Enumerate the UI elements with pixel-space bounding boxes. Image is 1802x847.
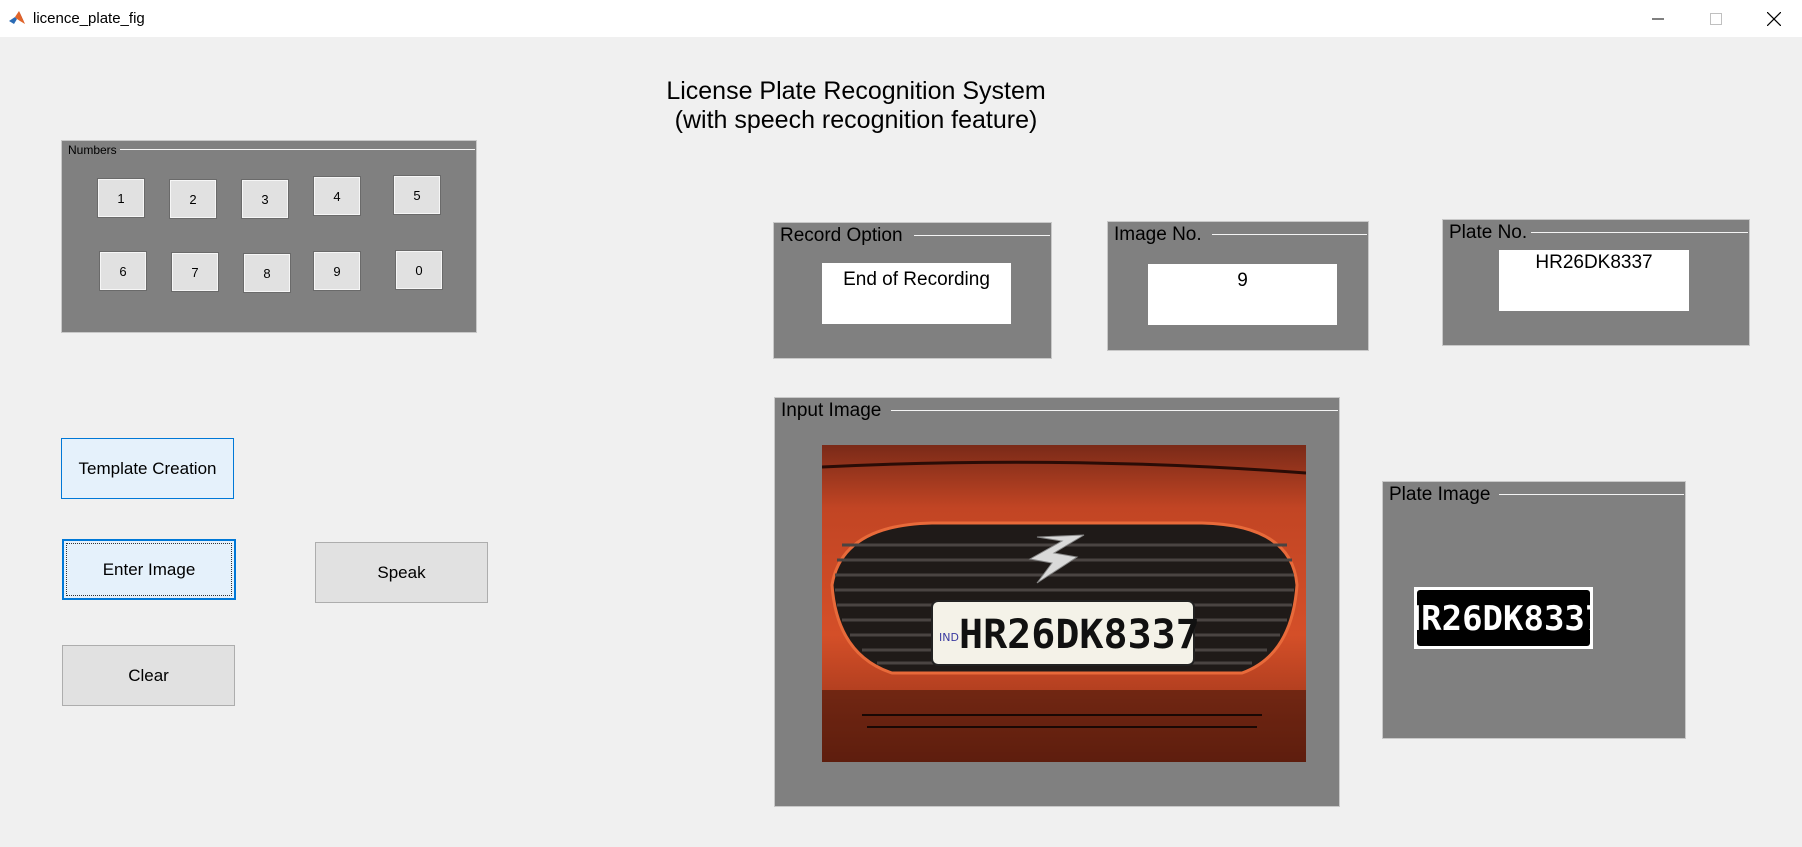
number-button-8[interactable]: 8 — [243, 253, 291, 293]
minimize-button[interactable] — [1630, 0, 1686, 37]
input-image-panel: Input Image IND HR26DK8337 — [774, 397, 1340, 807]
minimize-icon — [1652, 18, 1664, 19]
matlab-logo-icon — [8, 9, 26, 27]
record-option-field: End of Recording — [822, 263, 1011, 324]
clear-button[interactable]: Clear — [62, 645, 235, 706]
page-title: License Plate Recognition System (with s… — [560, 77, 1152, 135]
plate-image: HR26DK8337 — [1414, 587, 1593, 649]
maximize-button[interactable] — [1688, 0, 1744, 37]
maximize-icon — [1710, 12, 1722, 25]
input-image-title: Input Image — [778, 400, 885, 422]
input-plate-text: HR26DK8337 — [959, 612, 1200, 658]
speak-button[interactable]: Speak — [315, 542, 488, 603]
close-icon — [1767, 11, 1781, 26]
number-button-4[interactable]: 4 — [313, 176, 361, 216]
input-image: IND HR26DK8337 — [822, 445, 1306, 762]
title-line-1: License Plate Recognition System — [666, 77, 1046, 105]
number-button-7[interactable]: 7 — [171, 252, 219, 292]
window-title: licence_plate_fig — [33, 10, 145, 27]
numbers-panel-title: Numbers — [65, 143, 120, 157]
plate-no-field: HR26DK8337 — [1499, 250, 1689, 311]
template-creation-button[interactable]: Template Creation — [61, 438, 234, 499]
number-button-0[interactable]: 0 — [395, 250, 443, 290]
car-front-image: IND HR26DK8337 — [822, 445, 1306, 762]
image-no-title: Image No. — [1111, 224, 1205, 246]
plate-no-panel: Plate No. HR26DK8337 — [1442, 219, 1750, 346]
window-titlebar: licence_plate_fig — [0, 0, 1802, 37]
plate-image-panel: Plate Image HR26DK8337 — [1382, 481, 1686, 739]
title-line-2: (with speech recognition feature) — [674, 106, 1038, 134]
enter-image-button[interactable]: Enter Image — [62, 539, 236, 600]
close-button[interactable] — [1746, 0, 1802, 37]
plate-image-title: Plate Image — [1386, 484, 1494, 506]
number-button-9[interactable]: 9 — [313, 251, 361, 291]
plate-no-title: Plate No. — [1446, 222, 1531, 244]
number-button-3[interactable]: 3 — [241, 179, 289, 219]
plate-crop-image: HR26DK8337 — [1414, 587, 1593, 649]
image-no-field: 9 — [1148, 264, 1337, 325]
record-option-panel: Record Option End of Recording — [773, 222, 1052, 359]
numbers-panel: Numbers 1 2 3 4 5 6 7 8 9 0 — [61, 140, 477, 333]
image-no-panel: Image No. 9 — [1107, 221, 1369, 351]
input-plate-prefix: IND — [939, 631, 959, 644]
record-option-title: Record Option — [777, 225, 906, 247]
number-button-2[interactable]: 2 — [169, 179, 217, 219]
plate-crop-text: HR26DK8337 — [1414, 599, 1593, 639]
number-button-5[interactable]: 5 — [393, 175, 441, 215]
number-button-1[interactable]: 1 — [97, 178, 145, 218]
number-button-6[interactable]: 6 — [99, 251, 147, 291]
